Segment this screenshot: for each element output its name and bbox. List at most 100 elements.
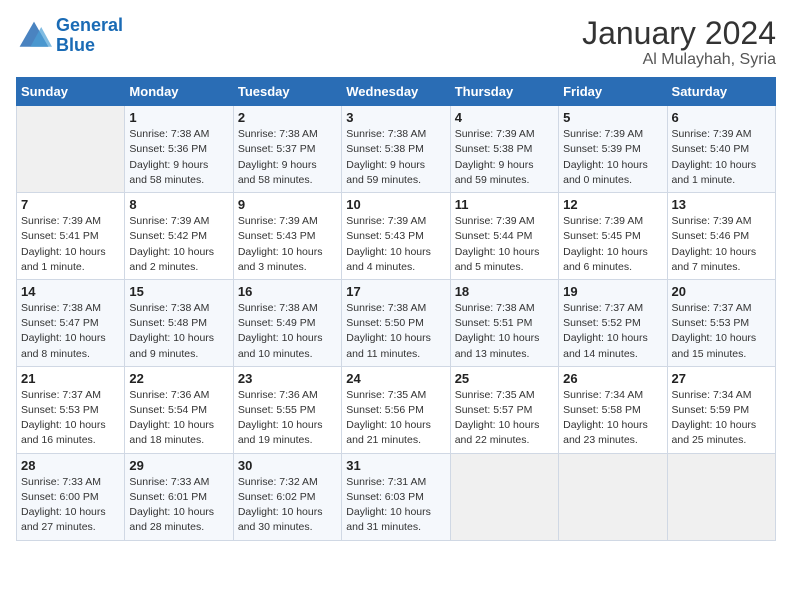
- day-info: Sunrise: 7:36 AM Sunset: 5:55 PM Dayligh…: [238, 388, 337, 449]
- day-number: 7: [21, 197, 120, 212]
- day-info: Sunrise: 7:38 AM Sunset: 5:38 PM Dayligh…: [346, 127, 445, 188]
- calendar-cell: 3 Sunrise: 7:38 AM Sunset: 5:38 PM Daylig…: [342, 106, 450, 193]
- day-number: 13: [672, 197, 771, 212]
- calendar-cell: 17 Sunrise: 7:38 AM Sunset: 5:50 PM Dayli…: [342, 279, 450, 366]
- calendar-cell: 26 Sunrise: 7:34 AM Sunset: 5:58 PM Dayli…: [559, 366, 667, 453]
- calendar-cell: 25Sunrise: 7:35 AM Sunset: 5:57 PM Dayli…: [450, 366, 558, 453]
- week-row-2: 7 Sunrise: 7:39 AM Sunset: 5:41 PM Daylig…: [17, 193, 776, 280]
- calendar-cell: 18 Sunrise: 7:38 AM Sunset: 5:51 PM Dayli…: [450, 279, 558, 366]
- day-number: 24: [346, 371, 445, 386]
- logo-line2: Blue: [56, 35, 95, 55]
- calendar-cell: 31Sunrise: 7:31 AM Sunset: 6:03 PM Dayli…: [342, 453, 450, 540]
- calendar-cell: 13 Sunrise: 7:39 AM Sunset: 5:46 PM Dayli…: [667, 193, 775, 280]
- calendar-cell: 27 Sunrise: 7:34 AM Sunset: 5:59 PM Dayli…: [667, 366, 775, 453]
- calendar-cell: 2Sunrise: 7:38 AM Sunset: 5:37 PM Daylig…: [233, 106, 341, 193]
- day-number: 14: [21, 284, 120, 299]
- day-number: 26: [563, 371, 662, 386]
- day-info: Sunrise: 7:38 AM Sunset: 5:49 PM Dayligh…: [238, 301, 337, 362]
- day-info: Sunrise: 7:38 AM Sunset: 5:50 PM Dayligh…: [346, 301, 445, 362]
- day-number: 2: [238, 110, 337, 125]
- day-number: 21: [21, 371, 120, 386]
- day-info: Sunrise: 7:33 AM Sunset: 6:00 PM Dayligh…: [21, 475, 120, 536]
- calendar-cell: 8 Sunrise: 7:39 AM Sunset: 5:42 PM Daylig…: [125, 193, 233, 280]
- day-number: 29: [129, 458, 228, 473]
- title-block: January 2024 Al Mulayhah, Syria: [582, 16, 776, 69]
- column-header-monday: Monday: [125, 78, 233, 106]
- calendar-cell: 10 Sunrise: 7:39 AM Sunset: 5:43 PM Dayli…: [342, 193, 450, 280]
- calendar-cell: 9Sunrise: 7:39 AM Sunset: 5:43 PM Daylig…: [233, 193, 341, 280]
- day-number: 5: [563, 110, 662, 125]
- day-info: Sunrise: 7:39 AM Sunset: 5:44 PM Dayligh…: [455, 214, 554, 275]
- day-info: Sunrise: 7:38 AM Sunset: 5:51 PM Dayligh…: [455, 301, 554, 362]
- day-number: 19: [563, 284, 662, 299]
- day-number: 17: [346, 284, 445, 299]
- location-title: Al Mulayhah, Syria: [582, 51, 776, 69]
- calendar-cell: 28 Sunrise: 7:33 AM Sunset: 6:00 PM Dayli…: [17, 453, 125, 540]
- day-number: 4: [455, 110, 554, 125]
- day-info: Sunrise: 7:38 AM Sunset: 5:36 PM Dayligh…: [129, 127, 228, 188]
- day-number: 20: [672, 284, 771, 299]
- day-info: Sunrise: 7:39 AM Sunset: 5:42 PM Dayligh…: [129, 214, 228, 275]
- day-number: 9: [238, 197, 337, 212]
- day-number: 6: [672, 110, 771, 125]
- day-info: Sunrise: 7:39 AM Sunset: 5:43 PM Dayligh…: [346, 214, 445, 275]
- day-number: 22: [129, 371, 228, 386]
- day-info: Sunrise: 7:37 AM Sunset: 5:52 PM Dayligh…: [563, 301, 662, 362]
- calendar-cell: 1 Sunrise: 7:38 AM Sunset: 5:36 PM Daylig…: [125, 106, 233, 193]
- calendar-cell: 23Sunrise: 7:36 AM Sunset: 5:55 PM Dayli…: [233, 366, 341, 453]
- day-info: Sunrise: 7:34 AM Sunset: 5:59 PM Dayligh…: [672, 388, 771, 449]
- day-info: Sunrise: 7:39 AM Sunset: 5:41 PM Dayligh…: [21, 214, 120, 275]
- calendar-table: SundayMondayTuesdayWednesdayThursdayFrid…: [16, 77, 776, 540]
- day-info: Sunrise: 7:37 AM Sunset: 5:53 PM Dayligh…: [672, 301, 771, 362]
- day-info: Sunrise: 7:32 AM Sunset: 6:02 PM Dayligh…: [238, 475, 337, 536]
- week-row-4: 21Sunrise: 7:37 AM Sunset: 5:53 PM Dayli…: [17, 366, 776, 453]
- logo-icon: [16, 18, 52, 54]
- day-number: 16: [238, 284, 337, 299]
- day-info: Sunrise: 7:36 AM Sunset: 5:54 PM Dayligh…: [129, 388, 228, 449]
- day-info: Sunrise: 7:34 AM Sunset: 5:58 PM Dayligh…: [563, 388, 662, 449]
- calendar-cell: 29Sunrise: 7:33 AM Sunset: 6:01 PM Dayli…: [125, 453, 233, 540]
- calendar-cell: 24 Sunrise: 7:35 AM Sunset: 5:56 PM Dayli…: [342, 366, 450, 453]
- day-number: 1: [129, 110, 228, 125]
- day-info: Sunrise: 7:35 AM Sunset: 5:57 PM Dayligh…: [455, 388, 554, 449]
- day-number: 11: [455, 197, 554, 212]
- day-number: 8: [129, 197, 228, 212]
- column-header-thursday: Thursday: [450, 78, 558, 106]
- day-info: Sunrise: 7:39 AM Sunset: 5:40 PM Dayligh…: [672, 127, 771, 188]
- column-header-wednesday: Wednesday: [342, 78, 450, 106]
- day-number: 10: [346, 197, 445, 212]
- day-info: Sunrise: 7:39 AM Sunset: 5:38 PM Dayligh…: [455, 127, 554, 188]
- column-header-sunday: Sunday: [17, 78, 125, 106]
- calendar-cell: 16 Sunrise: 7:38 AM Sunset: 5:49 PM Dayli…: [233, 279, 341, 366]
- page-header: General Blue January 2024 Al Mulayhah, S…: [16, 16, 776, 69]
- day-number: 3: [346, 110, 445, 125]
- column-header-saturday: Saturday: [667, 78, 775, 106]
- logo-line1: General: [56, 15, 123, 35]
- column-header-tuesday: Tuesday: [233, 78, 341, 106]
- calendar-cell: 21Sunrise: 7:37 AM Sunset: 5:53 PM Dayli…: [17, 366, 125, 453]
- day-number: 18: [455, 284, 554, 299]
- day-number: 12: [563, 197, 662, 212]
- week-row-3: 14 Sunrise: 7:38 AM Sunset: 5:47 PM Dayli…: [17, 279, 776, 366]
- calendar-cell: [450, 453, 558, 540]
- calendar-cell: 7 Sunrise: 7:39 AM Sunset: 5:41 PM Daylig…: [17, 193, 125, 280]
- day-info: Sunrise: 7:38 AM Sunset: 5:48 PM Dayligh…: [129, 301, 228, 362]
- calendar-cell: 22 Sunrise: 7:36 AM Sunset: 5:54 PM Dayli…: [125, 366, 233, 453]
- day-number: 31: [346, 458, 445, 473]
- day-number: 28: [21, 458, 120, 473]
- day-number: 30: [238, 458, 337, 473]
- calendar-cell: 6 Sunrise: 7:39 AM Sunset: 5:40 PM Daylig…: [667, 106, 775, 193]
- day-number: 27: [672, 371, 771, 386]
- calendar-cell: [559, 453, 667, 540]
- day-info: Sunrise: 7:35 AM Sunset: 5:56 PM Dayligh…: [346, 388, 445, 449]
- header-row: SundayMondayTuesdayWednesdayThursdayFrid…: [17, 78, 776, 106]
- day-info: Sunrise: 7:39 AM Sunset: 5:39 PM Dayligh…: [563, 127, 662, 188]
- logo: General Blue: [16, 16, 123, 56]
- day-info: Sunrise: 7:39 AM Sunset: 5:46 PM Dayligh…: [672, 214, 771, 275]
- day-info: Sunrise: 7:38 AM Sunset: 5:47 PM Dayligh…: [21, 301, 120, 362]
- calendar-cell: 20 Sunrise: 7:37 AM Sunset: 5:53 PM Dayli…: [667, 279, 775, 366]
- calendar-cell: 15Sunrise: 7:38 AM Sunset: 5:48 PM Dayli…: [125, 279, 233, 366]
- calendar-cell: 19 Sunrise: 7:37 AM Sunset: 5:52 PM Dayli…: [559, 279, 667, 366]
- calendar-cell: 11 Sunrise: 7:39 AM Sunset: 5:44 PM Dayli…: [450, 193, 558, 280]
- week-row-1: 1 Sunrise: 7:38 AM Sunset: 5:36 PM Daylig…: [17, 106, 776, 193]
